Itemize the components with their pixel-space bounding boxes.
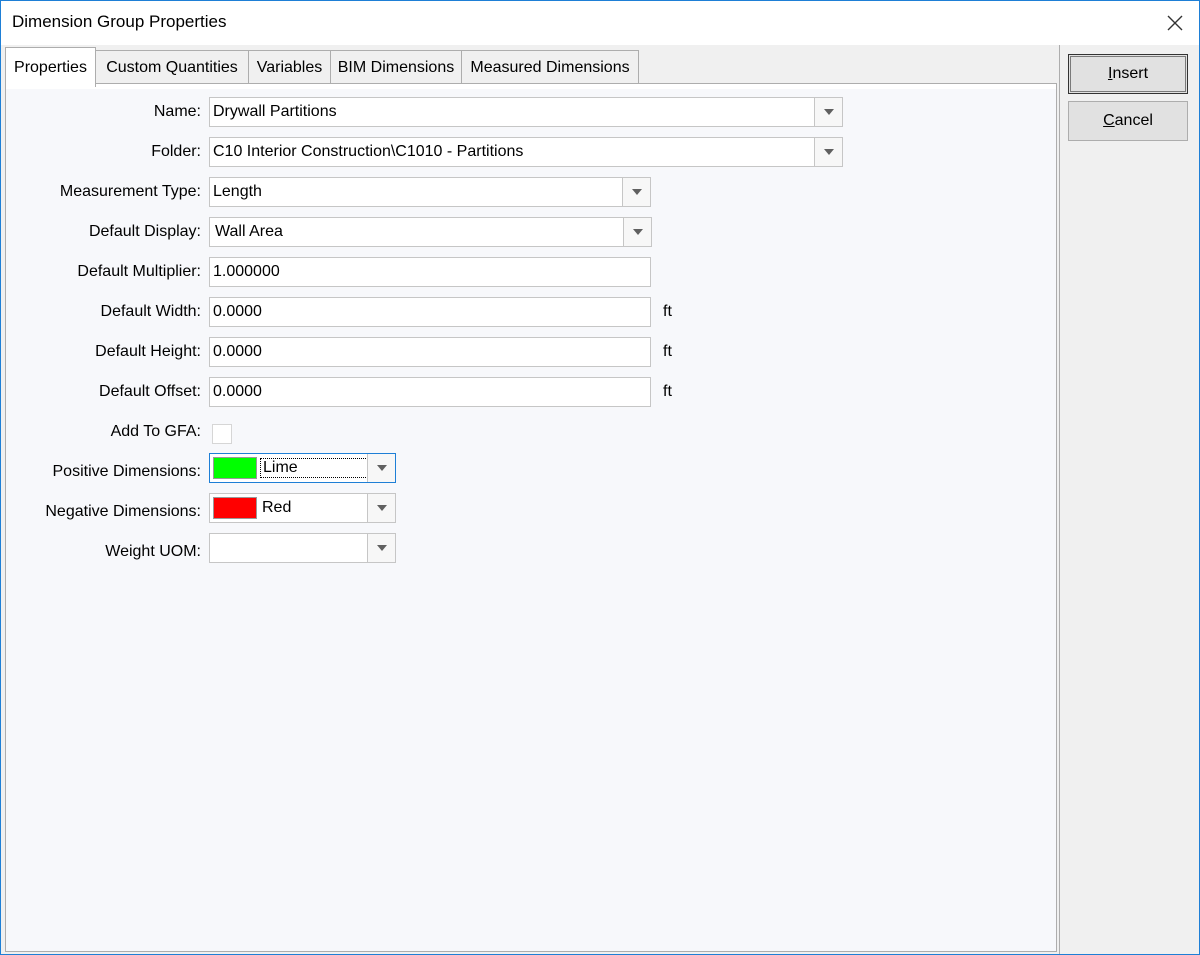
- folder-value: C10 Interior Construction\C1010 - Partit…: [213, 143, 524, 160]
- weight-uom-select[interactable]: [209, 533, 396, 563]
- default-height-unit: ft: [663, 343, 672, 360]
- tab-label: BIM Dimensions: [337, 59, 455, 76]
- close-icon: [1167, 15, 1183, 31]
- cancel-accelerator: C: [1103, 112, 1115, 129]
- negative-color-name: Red: [262, 499, 292, 516]
- default-offset-value: 0.0000: [213, 383, 262, 400]
- chevron-down-icon: [632, 229, 643, 235]
- add-to-gfa-label: Add To GFA:: [110, 423, 201, 440]
- window-title: Dimension Group Properties: [12, 12, 227, 31]
- negative-dimensions-color-select[interactable]: Red: [209, 493, 396, 523]
- cancel-button[interactable]: Cancel: [1068, 101, 1188, 141]
- folder-combobox[interactable]: C10 Interior Construction\C1010 - Partit…: [209, 137, 843, 167]
- default-height-value: 0.0000: [213, 343, 262, 360]
- positive-dimensions-dropdown-button[interactable]: [367, 454, 395, 482]
- negative-dimensions-dropdown-button[interactable]: [367, 494, 395, 522]
- tab-custom-quantities[interactable]: Custom Quantities: [95, 50, 249, 85]
- properties-panel: Name: Drywall Partitions Folder: C10 Int…: [5, 83, 1057, 952]
- dialog-client: Properties Custom Quantities Variables B…: [1, 45, 1199, 954]
- default-display-label: Default Display:: [88, 223, 201, 240]
- default-display-value: Wall Area: [215, 223, 283, 240]
- chevron-down-icon: [823, 149, 834, 155]
- name-value: Drywall Partitions: [213, 103, 337, 120]
- insert-button[interactable]: Insert: [1068, 54, 1188, 94]
- panel-top-strip: [6, 84, 1056, 89]
- weight-uom-label: Weight UOM:: [105, 543, 201, 560]
- tab-bim-dimensions[interactable]: BIM Dimensions: [330, 50, 462, 85]
- tab-measured-dimensions[interactable]: Measured Dimensions: [461, 50, 639, 85]
- default-display-dropdown-button[interactable]: [623, 218, 651, 246]
- tab-label: Custom Quantities: [106, 59, 238, 76]
- title-bar[interactable]: Dimension Group Properties: [1, 1, 1199, 45]
- positive-dimensions-color-select[interactable]: Lime: [209, 453, 396, 483]
- default-height-input[interactable]: 0.0000: [209, 337, 651, 367]
- measurement-type-select[interactable]: Length: [209, 177, 651, 207]
- close-button[interactable]: [1151, 1, 1199, 45]
- negative-color-swatch: [213, 497, 257, 519]
- positive-color-swatch: [213, 457, 257, 479]
- insert-accelerator: I: [1107, 65, 1113, 82]
- default-multiplier-label: Default Multiplier:: [77, 263, 201, 280]
- measurement-type-label: Measurement Type:: [59, 183, 201, 200]
- chevron-down-icon: [823, 109, 834, 115]
- weight-uom-dropdown-button[interactable]: [367, 534, 395, 562]
- default-offset-unit: ft: [663, 383, 672, 400]
- negative-dimensions-label: Negative Dimensions:: [45, 503, 201, 520]
- button-panel: Insert Cancel: [1059, 45, 1199, 954]
- default-offset-input[interactable]: 0.0000: [209, 377, 651, 407]
- default-width-unit: ft: [663, 303, 672, 320]
- tab-properties[interactable]: Properties: [5, 47, 96, 87]
- chevron-down-icon: [631, 189, 642, 195]
- default-width-label: Default Width:: [100, 303, 201, 320]
- tab-label: Properties: [14, 58, 87, 76]
- tab-label: Measured Dimensions: [470, 59, 630, 76]
- insert-label: Insert: [1108, 65, 1148, 83]
- default-multiplier-value: 1.000000: [213, 263, 280, 280]
- default-height-label: Default Height:: [95, 343, 201, 360]
- dialog-window: Dimension Group Properties Properties Cu…: [0, 0, 1200, 955]
- chevron-down-icon: [376, 505, 387, 511]
- default-width-value: 0.0000: [213, 303, 262, 320]
- name-dropdown-button[interactable]: [814, 98, 842, 126]
- cancel-label: Cancel: [1103, 112, 1153, 130]
- folder-dropdown-button[interactable]: [814, 138, 842, 166]
- measurement-type-dropdown-button[interactable]: [622, 178, 650, 206]
- tab-label: Variables: [256, 59, 323, 76]
- positive-dimensions-label: Positive Dimensions:: [52, 463, 202, 480]
- folder-label: Folder:: [151, 143, 201, 160]
- default-width-input[interactable]: 0.0000: [209, 297, 651, 327]
- cancel-label-rest: ancel: [1114, 112, 1153, 129]
- chevron-down-icon: [376, 465, 387, 471]
- default-offset-label: Default Offset:: [99, 383, 201, 400]
- name-combobox[interactable]: Drywall Partitions: [209, 97, 843, 127]
- add-to-gfa-checkbox[interactable]: [212, 424, 232, 444]
- name-label: Name:: [153, 103, 201, 120]
- tab-variables[interactable]: Variables: [248, 50, 331, 85]
- chevron-down-icon: [376, 545, 387, 551]
- positive-color-name: Lime: [260, 458, 368, 478]
- default-multiplier-input[interactable]: 1.000000: [209, 257, 651, 287]
- default-display-select[interactable]: Wall Area: [209, 217, 652, 247]
- measurement-type-value: Length: [213, 183, 262, 200]
- insert-label-rest: nsert: [1112, 65, 1149, 82]
